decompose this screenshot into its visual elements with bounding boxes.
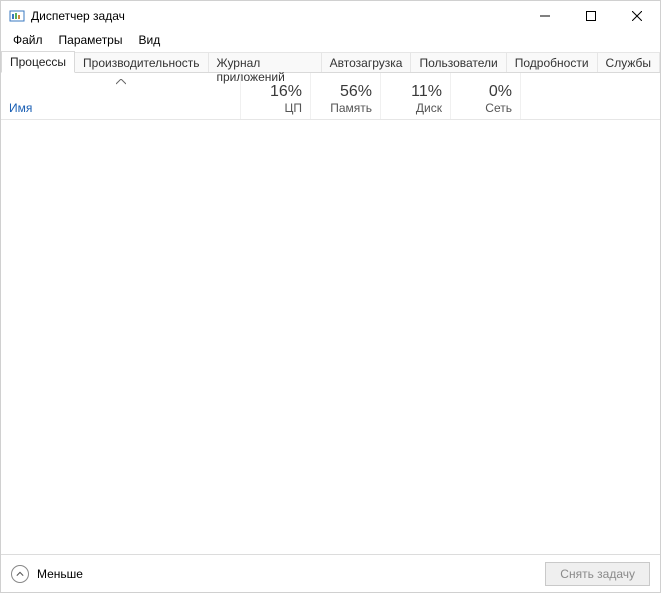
minimize-button[interactable] <box>522 1 568 31</box>
tab-app-history[interactable]: Журнал приложений <box>208 52 322 72</box>
cpu-percentage: 16% <box>270 83 302 101</box>
menu-options[interactable]: Параметры <box>51 31 131 49</box>
window-controls <box>522 1 660 31</box>
tab-performance[interactable]: Производительность <box>74 52 208 72</box>
cpu-label: ЦП <box>284 101 302 115</box>
app-icon <box>9 8 25 24</box>
menu-file[interactable]: Файл <box>5 31 51 49</box>
fewer-details-button[interactable]: Меньше <box>11 565 83 583</box>
disk-percentage: 11% <box>411 83 442 101</box>
tab-processes[interactable]: Процессы <box>1 51 75 73</box>
chevron-up-icon <box>11 565 29 583</box>
tab-startup[interactable]: Автозагрузка <box>321 52 412 72</box>
maximize-button[interactable] <box>568 1 614 31</box>
tab-details[interactable]: Подробности <box>506 52 598 72</box>
network-label: Сеть <box>485 101 512 115</box>
column-filler <box>521 73 660 119</box>
sort-ascending-icon <box>116 77 126 88</box>
disk-label: Диск <box>416 101 442 115</box>
column-memory[interactable]: 56% Память <box>311 73 381 119</box>
tab-users[interactable]: Пользователи <box>410 52 506 72</box>
titlebar: Диспетчер задач <box>1 1 660 31</box>
memory-percentage: 56% <box>340 83 372 101</box>
tab-services[interactable]: Службы <box>597 52 660 72</box>
fewer-label: Меньше <box>37 567 83 581</box>
menu-view[interactable]: Вид <box>130 31 168 49</box>
column-disk[interactable]: 11% Диск <box>381 73 451 119</box>
tabs: Процессы Производительность Журнал прило… <box>1 51 660 73</box>
close-button[interactable] <box>614 1 660 31</box>
window-title: Диспетчер задач <box>31 9 125 23</box>
column-name[interactable]: Имя <box>1 73 241 119</box>
column-network[interactable]: 0% Сеть <box>451 73 521 119</box>
footer: Меньше Снять задачу <box>1 554 660 592</box>
process-list[interactable] <box>1 120 660 554</box>
network-percentage: 0% <box>489 83 512 101</box>
column-headers: Имя 16% ЦП 56% Память 11% Диск 0% Сеть <box>1 73 660 120</box>
memory-label: Память <box>330 101 372 115</box>
column-name-label: Имя <box>9 101 232 115</box>
menubar: Файл Параметры Вид <box>1 31 660 51</box>
end-task-button[interactable]: Снять задачу <box>545 562 650 586</box>
